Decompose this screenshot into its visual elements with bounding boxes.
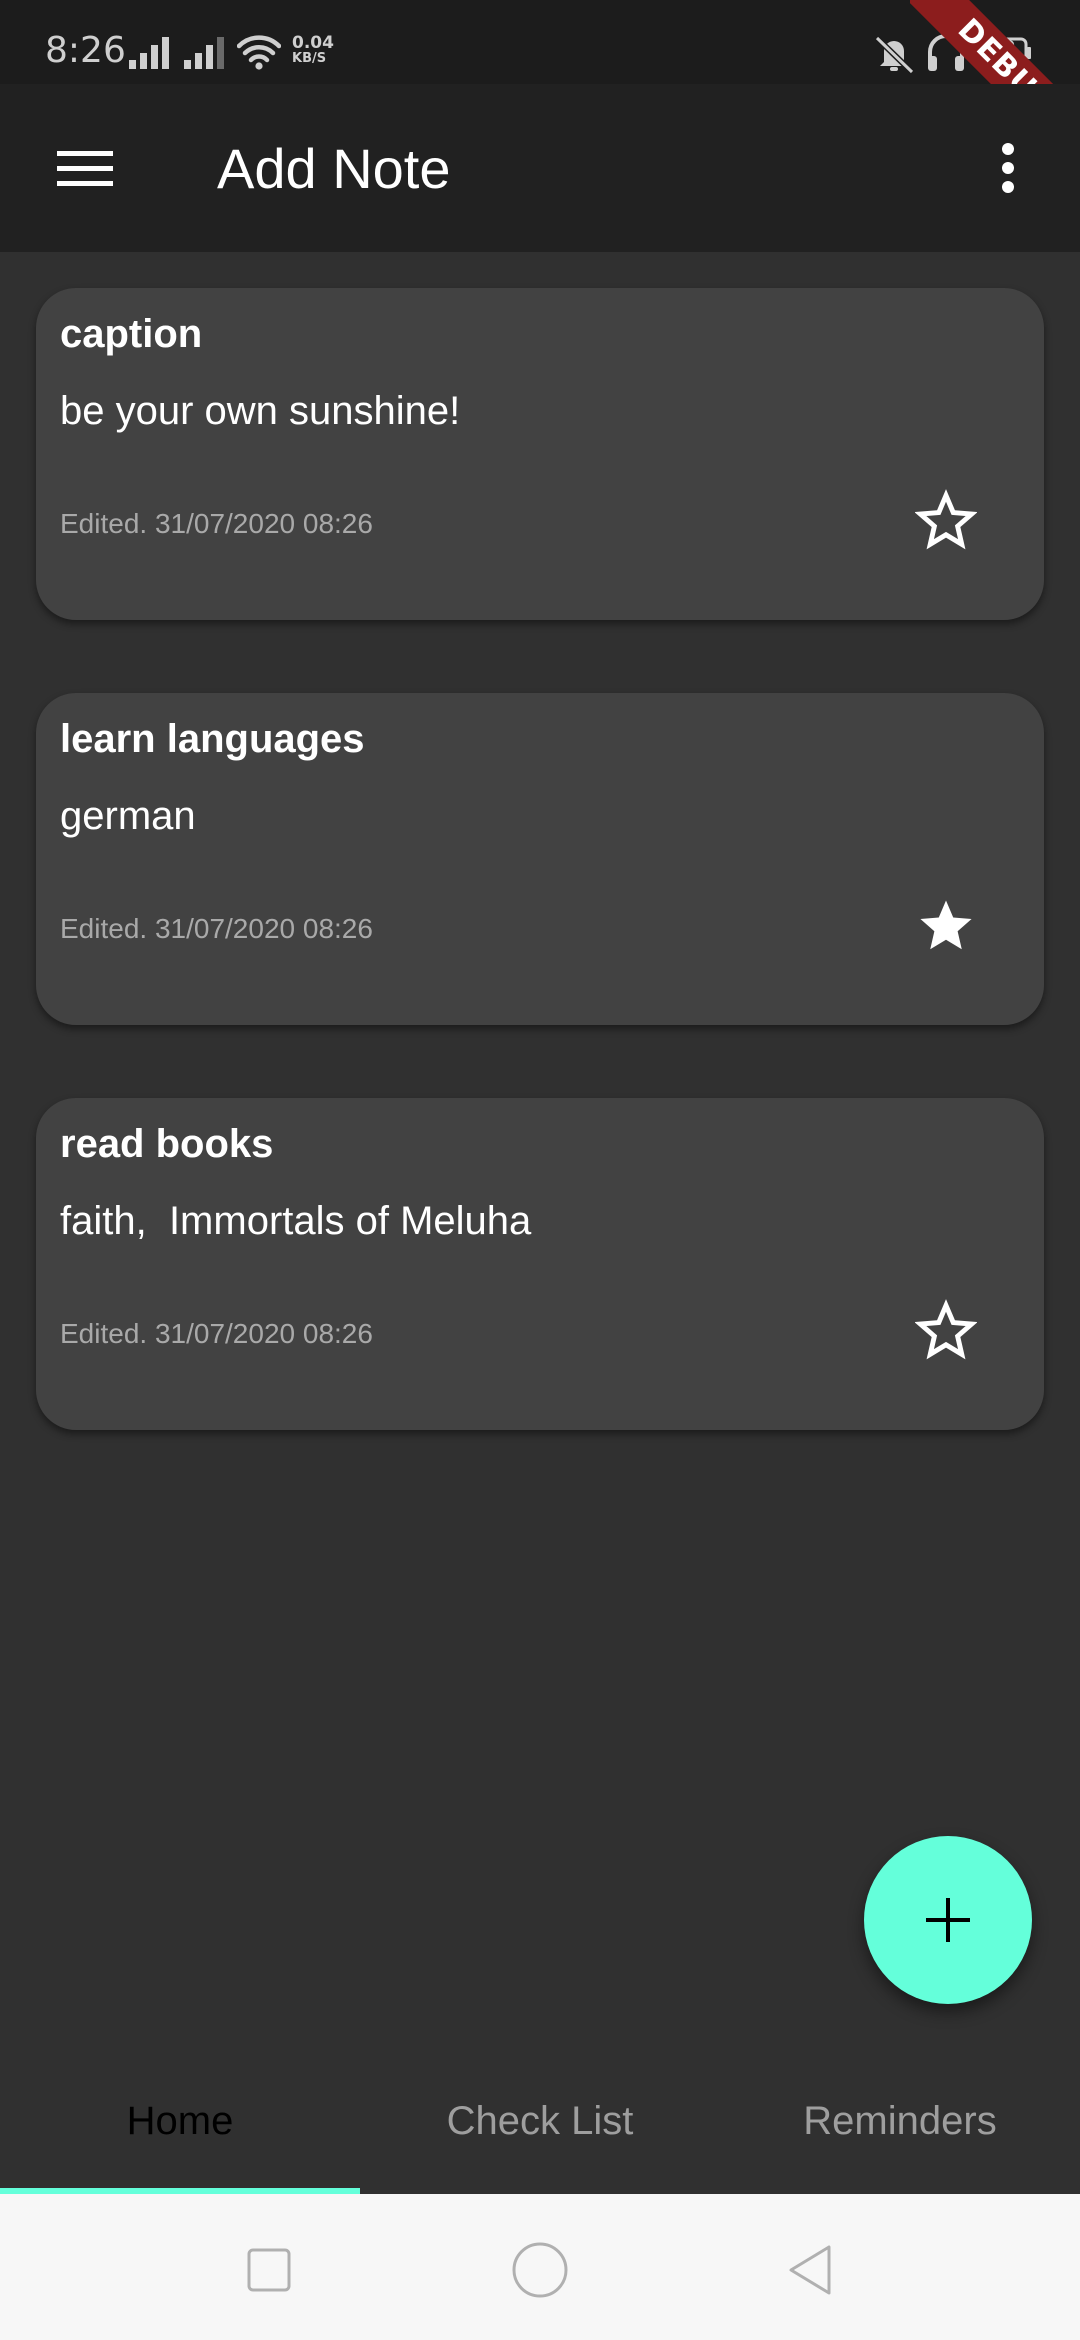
wifi-icon	[237, 35, 281, 70]
tab-home-label: Home	[126, 2098, 234, 2143]
app-bar: Add Note	[0, 84, 1080, 252]
home-icon	[512, 2242, 568, 2298]
bottom-tab-bar: Home Check List Reminders	[0, 2048, 1080, 2194]
menu-icon	[57, 151, 113, 186]
network-speed: 0.04 KB/S	[292, 35, 342, 67]
network-speed-unit: KB/S	[292, 51, 327, 66]
star-toggle-button[interactable]	[906, 885, 986, 965]
note-card[interactable]: learn languages german Edited. 31/07/202…	[36, 693, 1044, 1025]
home-button[interactable]	[500, 2230, 580, 2310]
signal-icon	[129, 37, 169, 69]
note-title: learn languages	[60, 717, 365, 761]
note-title: read books	[60, 1122, 274, 1166]
tab-check-list[interactable]: Check List	[360, 2048, 720, 2194]
note-edited-date: Edited. 31/07/2020 08:26	[60, 508, 373, 539]
note-body: faith, Immortals of Meluha	[60, 1199, 532, 1243]
star-outline-icon	[915, 489, 977, 550]
more-options-button[interactable]	[980, 132, 1036, 204]
back-button[interactable]	[770, 2230, 850, 2310]
tab-check-list-label: Check List	[446, 2098, 634, 2143]
page-title: Add Note	[217, 137, 451, 200]
star-toggle-button[interactable]	[906, 480, 986, 560]
signal-icon	[184, 37, 224, 69]
notes-list: caption be your own sunshine! Edited. 31…	[36, 288, 1044, 1503]
more-vert-icon	[1002, 143, 1014, 193]
mute-icon	[874, 35, 915, 74]
star-outline-icon	[915, 1299, 977, 1360]
note-edited-date: Edited. 31/07/2020 08:26	[60, 1318, 373, 1349]
note-card[interactable]: caption be your own sunshine! Edited. 31…	[36, 288, 1044, 620]
battery-level: 58	[988, 38, 1016, 63]
note-title: caption	[60, 312, 203, 356]
headset-icon	[928, 34, 964, 71]
menu-button[interactable]	[40, 134, 130, 204]
tab-home[interactable]: Home	[0, 2048, 360, 2194]
plus-icon	[926, 1898, 970, 1942]
system-nav-bar	[0, 2194, 1080, 2340]
add-note-button[interactable]	[864, 1836, 1032, 2004]
recents-button[interactable]	[229, 2230, 309, 2310]
note-body: german	[60, 794, 196, 838]
note-edited-date: Edited. 31/07/2020 08:26	[60, 913, 373, 944]
status-time: 8:26	[45, 30, 126, 71]
back-icon	[789, 2245, 831, 2295]
note-card[interactable]: read books faith, Immortals of Meluha Ed…	[36, 1098, 1044, 1430]
network-speed-value: 0.04	[292, 33, 334, 53]
tab-reminders[interactable]: Reminders	[720, 2048, 1080, 2194]
star-filled-icon	[920, 900, 972, 950]
recents-icon	[247, 2248, 291, 2292]
star-toggle-button[interactable]	[906, 1290, 986, 1370]
tab-reminders-label: Reminders	[803, 2098, 997, 2143]
status-bar: 8:26 0.04 KB/S 58	[0, 0, 1080, 84]
note-body: be your own sunshine!	[60, 389, 461, 433]
